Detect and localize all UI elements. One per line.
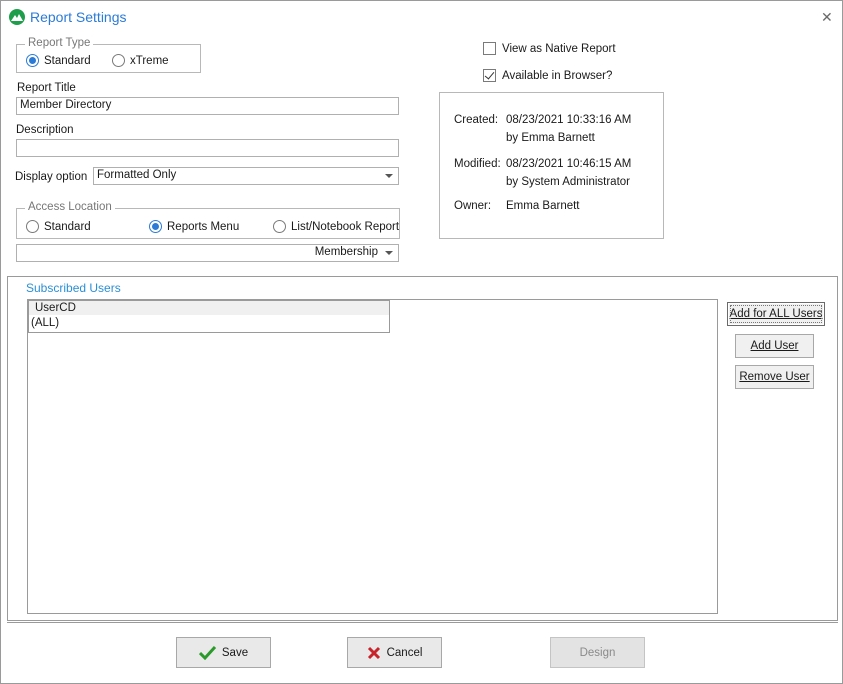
menu-location-value: Membership (314, 246, 378, 258)
access-standard-radio[interactable]: Standard (26, 220, 91, 233)
radio-label: Reports Menu (167, 220, 240, 233)
modified-by: by System Administrator (506, 176, 630, 188)
checkbox-label: View as Native Report (502, 42, 616, 55)
display-option-value: Formatted Only (97, 169, 177, 181)
cancel-label: Cancel (386, 646, 423, 659)
radio-label: Standard (44, 54, 91, 67)
save-label: Save (221, 646, 249, 659)
radio-label: List/Notebook Report (291, 220, 400, 233)
report-type-standard-radio[interactable]: Standard (26, 54, 91, 67)
table-row[interactable]: (ALL) (28, 315, 390, 333)
view-native-report-checkbox[interactable]: View as Native Report (483, 42, 616, 55)
chevron-down-icon (385, 174, 393, 178)
radio-unselected-icon (273, 220, 286, 233)
report-title-label: Report Title (17, 82, 76, 94)
save-button[interactable]: Save (176, 637, 271, 668)
report-info-box: Created: 08/23/2021 10:33:16 AM by Emma … (439, 92, 664, 239)
footer-divider (7, 622, 838, 623)
description-label: Description (16, 124, 74, 136)
radio-unselected-icon (112, 54, 125, 67)
owner-label: Owner: (454, 200, 492, 212)
report-title-input[interactable]: Member Directory (16, 97, 399, 115)
report-type-legend: Report Type (25, 37, 94, 49)
display-option-select[interactable]: Formatted Only (93, 167, 399, 185)
add-user-button[interactable]: Add User (735, 334, 814, 358)
description-input[interactable] (16, 139, 399, 157)
checkbox-label: Available in Browser? (502, 69, 613, 82)
remove-user-button[interactable]: Remove User (735, 365, 814, 389)
radio-label: xTreme (130, 54, 169, 67)
cancel-button[interactable]: Cancel (347, 637, 442, 668)
radio-selected-icon (26, 54, 39, 67)
report-type-group: Report Type Standard xTreme (16, 37, 201, 73)
radio-unselected-icon (26, 220, 39, 233)
checkmark-icon (198, 645, 216, 660)
column-header-usercd[interactable]: UserCD (28, 300, 390, 316)
app-logo-icon (9, 9, 25, 25)
access-location-group: Access Location Standard Reports Menu Li… (16, 201, 400, 239)
checkbox-checked-icon (483, 69, 496, 82)
subscribed-users-title: Subscribed Users (26, 281, 121, 295)
modified-label: Modified: (454, 158, 501, 170)
display-option-label: Display option (15, 171, 88, 183)
window-title: Report Settings (30, 9, 127, 25)
menu-location-select[interactable]: Membership (16, 244, 399, 262)
subscribed-users-panel: Subscribed Users UserCD (ALL) Add for AL… (7, 276, 838, 621)
created-value: 08/23/2021 10:33:16 AM (506, 114, 632, 126)
report-settings-window: Report Settings ✕ Report Type Standard x… (0, 0, 843, 684)
close-icon[interactable]: ✕ (821, 9, 833, 26)
owner-value: Emma Barnett (506, 200, 580, 212)
design-label: Design (579, 646, 616, 659)
x-icon (367, 646, 381, 660)
add-for-all-users-button[interactable]: Add for ALL Users (727, 302, 825, 326)
available-in-browser-checkbox[interactable]: Available in Browser? (483, 69, 612, 82)
access-location-legend: Access Location (25, 201, 115, 213)
radio-selected-icon (149, 220, 162, 233)
chevron-down-icon (385, 251, 393, 255)
created-by: by Emma Barnett (506, 132, 595, 144)
access-reports-menu-radio[interactable]: Reports Menu (149, 220, 239, 233)
design-button[interactable]: Design (550, 637, 645, 668)
checkbox-unchecked-icon (483, 42, 496, 55)
created-label: Created: (454, 114, 499, 126)
subscribed-users-grid[interactable]: UserCD (ALL) (27, 299, 718, 614)
report-type-xtreme-radio[interactable]: xTreme (112, 54, 169, 67)
access-list-notebook-radio[interactable]: List/Notebook Report (273, 220, 399, 233)
modified-value: 08/23/2021 10:46:15 AM (506, 158, 632, 170)
radio-label: Standard (44, 220, 91, 233)
